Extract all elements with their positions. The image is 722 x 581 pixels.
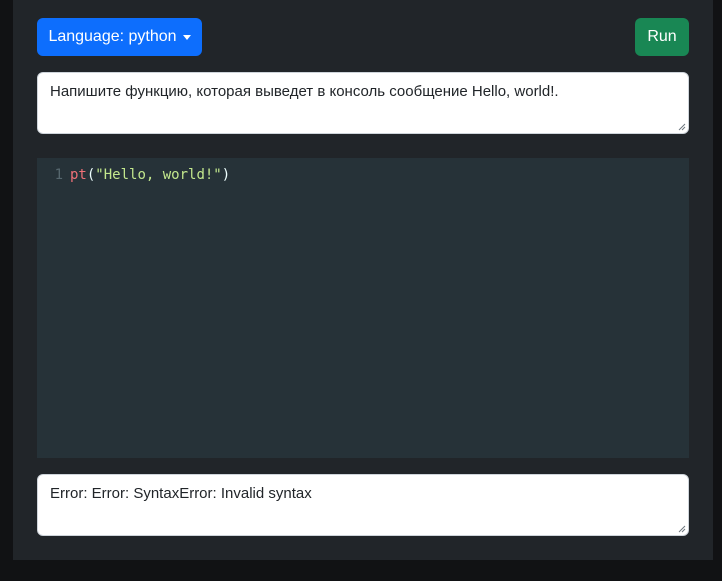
code-token-string: "Hello, world!"	[95, 167, 222, 183]
output-field[interactable]: Error: Error: SyntaxError: Invalid synta…	[37, 474, 689, 536]
resize-grip-icon[interactable]	[678, 525, 686, 533]
code-token-paren-open: (	[86, 167, 96, 183]
main-panel: Language: python Run Напишите функцию, к…	[13, 0, 713, 560]
task-description-text: Напишите функцию, которая выведет в конс…	[50, 83, 559, 100]
output-text: Error: Error: SyntaxError: Invalid synta…	[50, 485, 312, 502]
resize-grip-icon[interactable]	[678, 123, 686, 131]
code-editor[interactable]: 1 pt ( "Hello, world!" )	[37, 158, 689, 458]
code-token-paren-close: )	[221, 167, 231, 183]
code-line: 1 pt ( "Hello, world!" )	[37, 166, 231, 184]
run-button[interactable]: Run	[635, 18, 689, 56]
language-dropdown-button[interactable]: Language: python	[37, 18, 202, 56]
caret-down-icon	[182, 35, 191, 40]
code-token-function: pt	[70, 167, 87, 183]
language-label: Language: python	[48, 28, 177, 45]
line-number: 1	[54, 167, 63, 183]
task-description-field[interactable]: Напишите функцию, которая выведет в конс…	[37, 72, 689, 134]
